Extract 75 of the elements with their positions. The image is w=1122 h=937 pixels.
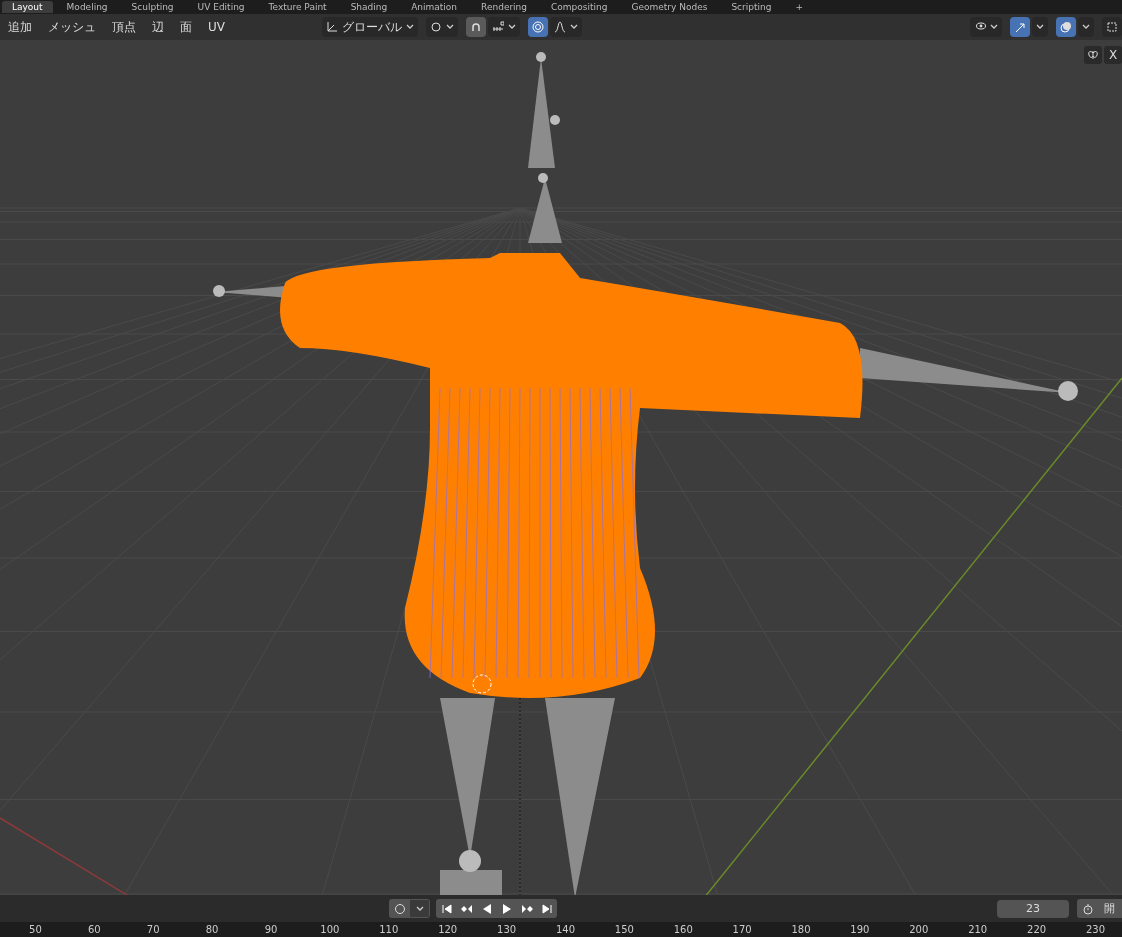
curve-icon	[554, 21, 566, 33]
frame-number: 220	[1026, 924, 1048, 935]
menu-item[interactable]: 面	[172, 18, 200, 36]
frame-number: 230	[1084, 924, 1106, 935]
workspace-tab[interactable]: Animation	[401, 1, 468, 13]
gizmo-toggle[interactable]	[1010, 17, 1030, 37]
gizmo-dropdown[interactable]	[1032, 17, 1048, 37]
xray-toggle[interactable]	[1102, 17, 1122, 37]
frame-number: 150	[613, 924, 635, 935]
frame-number: 160	[672, 924, 694, 935]
overlays-dropdown[interactable]	[1078, 17, 1094, 37]
overlays-icon	[1060, 21, 1072, 33]
frame-number: 100	[319, 924, 341, 935]
butterfly-icon[interactable]	[1084, 46, 1102, 64]
chevron-down-icon	[1036, 24, 1044, 30]
falloff-dropdown[interactable]	[550, 17, 582, 37]
workspace-tab[interactable]: Geometry Nodes	[621, 1, 718, 13]
menu-item[interactable]: 頂点	[104, 18, 144, 36]
chevron-down-icon	[406, 24, 414, 30]
workspace-tab[interactable]: +	[785, 1, 813, 13]
skip-start-icon	[440, 902, 453, 915]
frame-number: 90	[263, 924, 279, 935]
workspace-tab[interactable]: Layout	[2, 1, 53, 13]
axes-icon	[326, 21, 338, 33]
proportional-toggle[interactable]	[528, 17, 548, 37]
workspace-tab[interactable]: Sculpting	[121, 1, 184, 13]
magnet-icon	[470, 21, 482, 33]
select-box-icon	[1106, 21, 1118, 33]
frame-number: 50	[28, 924, 43, 935]
chevron-down-icon	[570, 24, 578, 30]
frame-number: 210	[967, 924, 989, 935]
workspace-tab[interactable]: Texture Paint	[258, 1, 337, 13]
play-icon	[500, 902, 513, 915]
chevron-down-icon	[990, 24, 998, 30]
workspace-tab[interactable]: Shading	[340, 1, 398, 13]
workspace-tab[interactable]: UV Editing	[187, 1, 255, 13]
gizmo-icon	[1014, 21, 1026, 33]
current-frame-field[interactable]: 23	[997, 899, 1069, 918]
overlays-toggle[interactable]	[1056, 17, 1076, 37]
workspace-tab[interactable]: Modeling	[56, 1, 118, 13]
snap-toggle[interactable]	[466, 17, 486, 37]
mirror-x-toggle[interactable]: X	[1104, 46, 1122, 64]
keyframe-forward-icon	[520, 902, 533, 915]
chevron-down-icon	[1082, 24, 1090, 30]
frame-number: 200	[908, 924, 930, 935]
frame-number: 120	[437, 924, 459, 935]
grid-snap-icon	[492, 21, 504, 33]
frame-number: 140	[554, 924, 576, 935]
menu-item[interactable]: 辺	[144, 18, 172, 36]
menu-item[interactable]: メッシュ	[40, 18, 104, 36]
frame-number: 130	[496, 924, 518, 935]
frame-number: 60	[86, 924, 102, 935]
menu-item[interactable]: UV	[200, 20, 233, 34]
chevron-down-icon	[446, 24, 454, 30]
frame-number: 80	[204, 924, 220, 935]
workspace-tab[interactable]: Rendering	[471, 1, 538, 13]
eye-icon	[974, 21, 986, 33]
chevron-down-icon	[508, 24, 516, 30]
menu-item[interactable]: 追加	[0, 18, 40, 36]
frame-number: 70	[145, 924, 161, 935]
visibility-dropdown[interactable]	[970, 17, 1002, 37]
skip-end-icon	[540, 902, 553, 915]
circle-icon	[393, 902, 406, 915]
frame-number: 170	[731, 924, 753, 935]
orientation-dropdown[interactable]: グローバル	[322, 17, 418, 37]
pivot-dropdown[interactable]	[426, 17, 458, 37]
frame-number: 190	[849, 924, 871, 935]
chevron-down-icon	[415, 905, 424, 912]
frame-number: 110	[378, 924, 400, 935]
workspace-tab[interactable]: Compositing	[541, 1, 618, 13]
keying-dropdown[interactable]	[410, 900, 429, 917]
frame-number: 180	[790, 924, 812, 935]
workspace-tab[interactable]: Scripting	[721, 1, 782, 13]
target-icon	[532, 21, 544, 33]
snap-target-dropdown[interactable]	[488, 17, 520, 37]
